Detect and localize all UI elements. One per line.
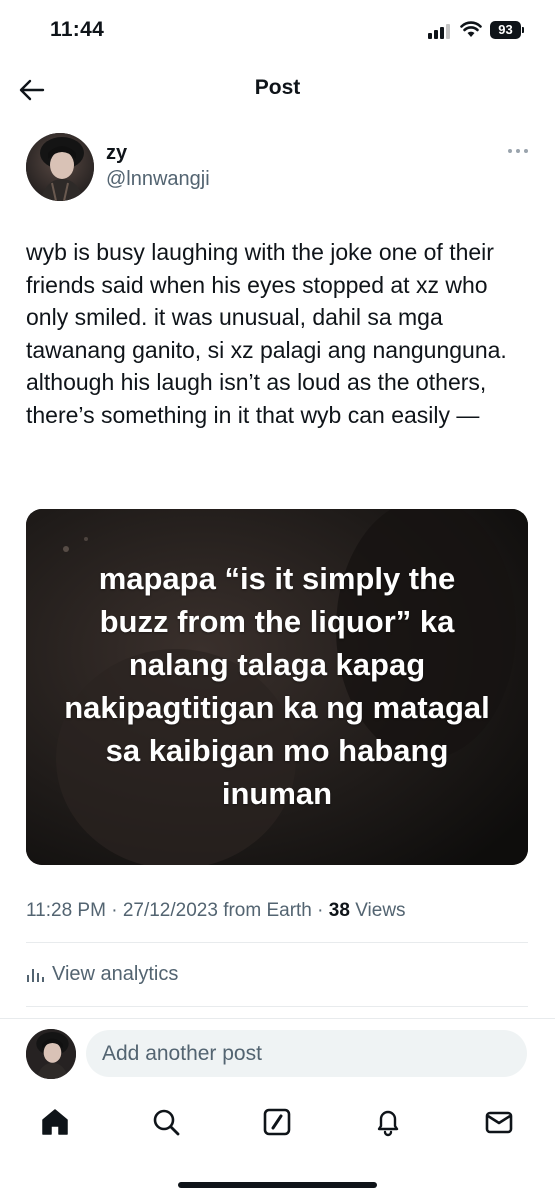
more-dot-icon (516, 149, 520, 153)
tab-search[interactable] (148, 1104, 184, 1140)
home-icon (42, 1109, 68, 1135)
more-options-button[interactable] (505, 144, 531, 158)
post-date[interactable]: 27/12/2023 (123, 900, 218, 921)
cellular-signal-icon (428, 24, 450, 39)
analytics-icon (27, 969, 44, 982)
messages-icon (485, 1111, 513, 1134)
divider (26, 1006, 528, 1007)
views-count: 38 (328, 900, 350, 921)
search-icon (153, 1109, 180, 1136)
avatar-image (26, 1029, 76, 1079)
header-bar: Post (0, 62, 555, 118)
analytics-label: View analytics (52, 962, 179, 985)
avatar-image (26, 133, 94, 201)
more-dot-icon (524, 149, 528, 153)
divider (0, 1018, 555, 1019)
home-indicator (178, 1182, 377, 1188)
view-analytics-button[interactable]: View analytics (26, 960, 178, 988)
notifications-icon (377, 1110, 399, 1137)
author-handle[interactable]: @lnnwangji (106, 168, 210, 191)
compose-icon (263, 1108, 291, 1136)
post-author: zy @lnnwangji (26, 130, 531, 210)
tab-messages[interactable] (481, 1104, 517, 1140)
post-meta: 11:28 PM · 27/12/2023 from Earth · 38 Vi… (26, 900, 406, 922)
post-source: from Earth (223, 900, 312, 921)
tab-notifications[interactable] (370, 1104, 406, 1140)
meta-separator: · (105, 900, 123, 921)
meta-separator: · (311, 900, 329, 921)
author-avatar[interactable] (26, 133, 94, 201)
author-display-name[interactable]: zy (106, 142, 127, 165)
battery-indicator: 93 (490, 21, 521, 39)
views-label: Views (355, 900, 406, 921)
status-time: 11:44 (50, 18, 105, 41)
media-caption: mapapa “is it simply the buzz from the l… (64, 561, 490, 811)
post-text: wyb is busy laughing with the joke one o… (26, 239, 507, 428)
more-dot-icon (508, 149, 512, 153)
post-time[interactable]: 11:28 PM (26, 900, 106, 921)
status-bar: 11:44 93 (0, 0, 555, 62)
reply-input[interactable] (86, 1030, 527, 1077)
wifi-icon (460, 21, 482, 37)
divider (26, 942, 528, 943)
battery-tip (522, 27, 524, 33)
page-title: Post (254, 76, 301, 99)
tab-home[interactable] (37, 1104, 73, 1140)
tab-compose[interactable] (259, 1104, 295, 1140)
bottom-nav (0, 1098, 555, 1148)
user-avatar[interactable] (26, 1029, 76, 1079)
reply-bar (26, 1026, 528, 1080)
post-media[interactable]: mapapa “is it simply the buzz from the l… (26, 509, 528, 865)
